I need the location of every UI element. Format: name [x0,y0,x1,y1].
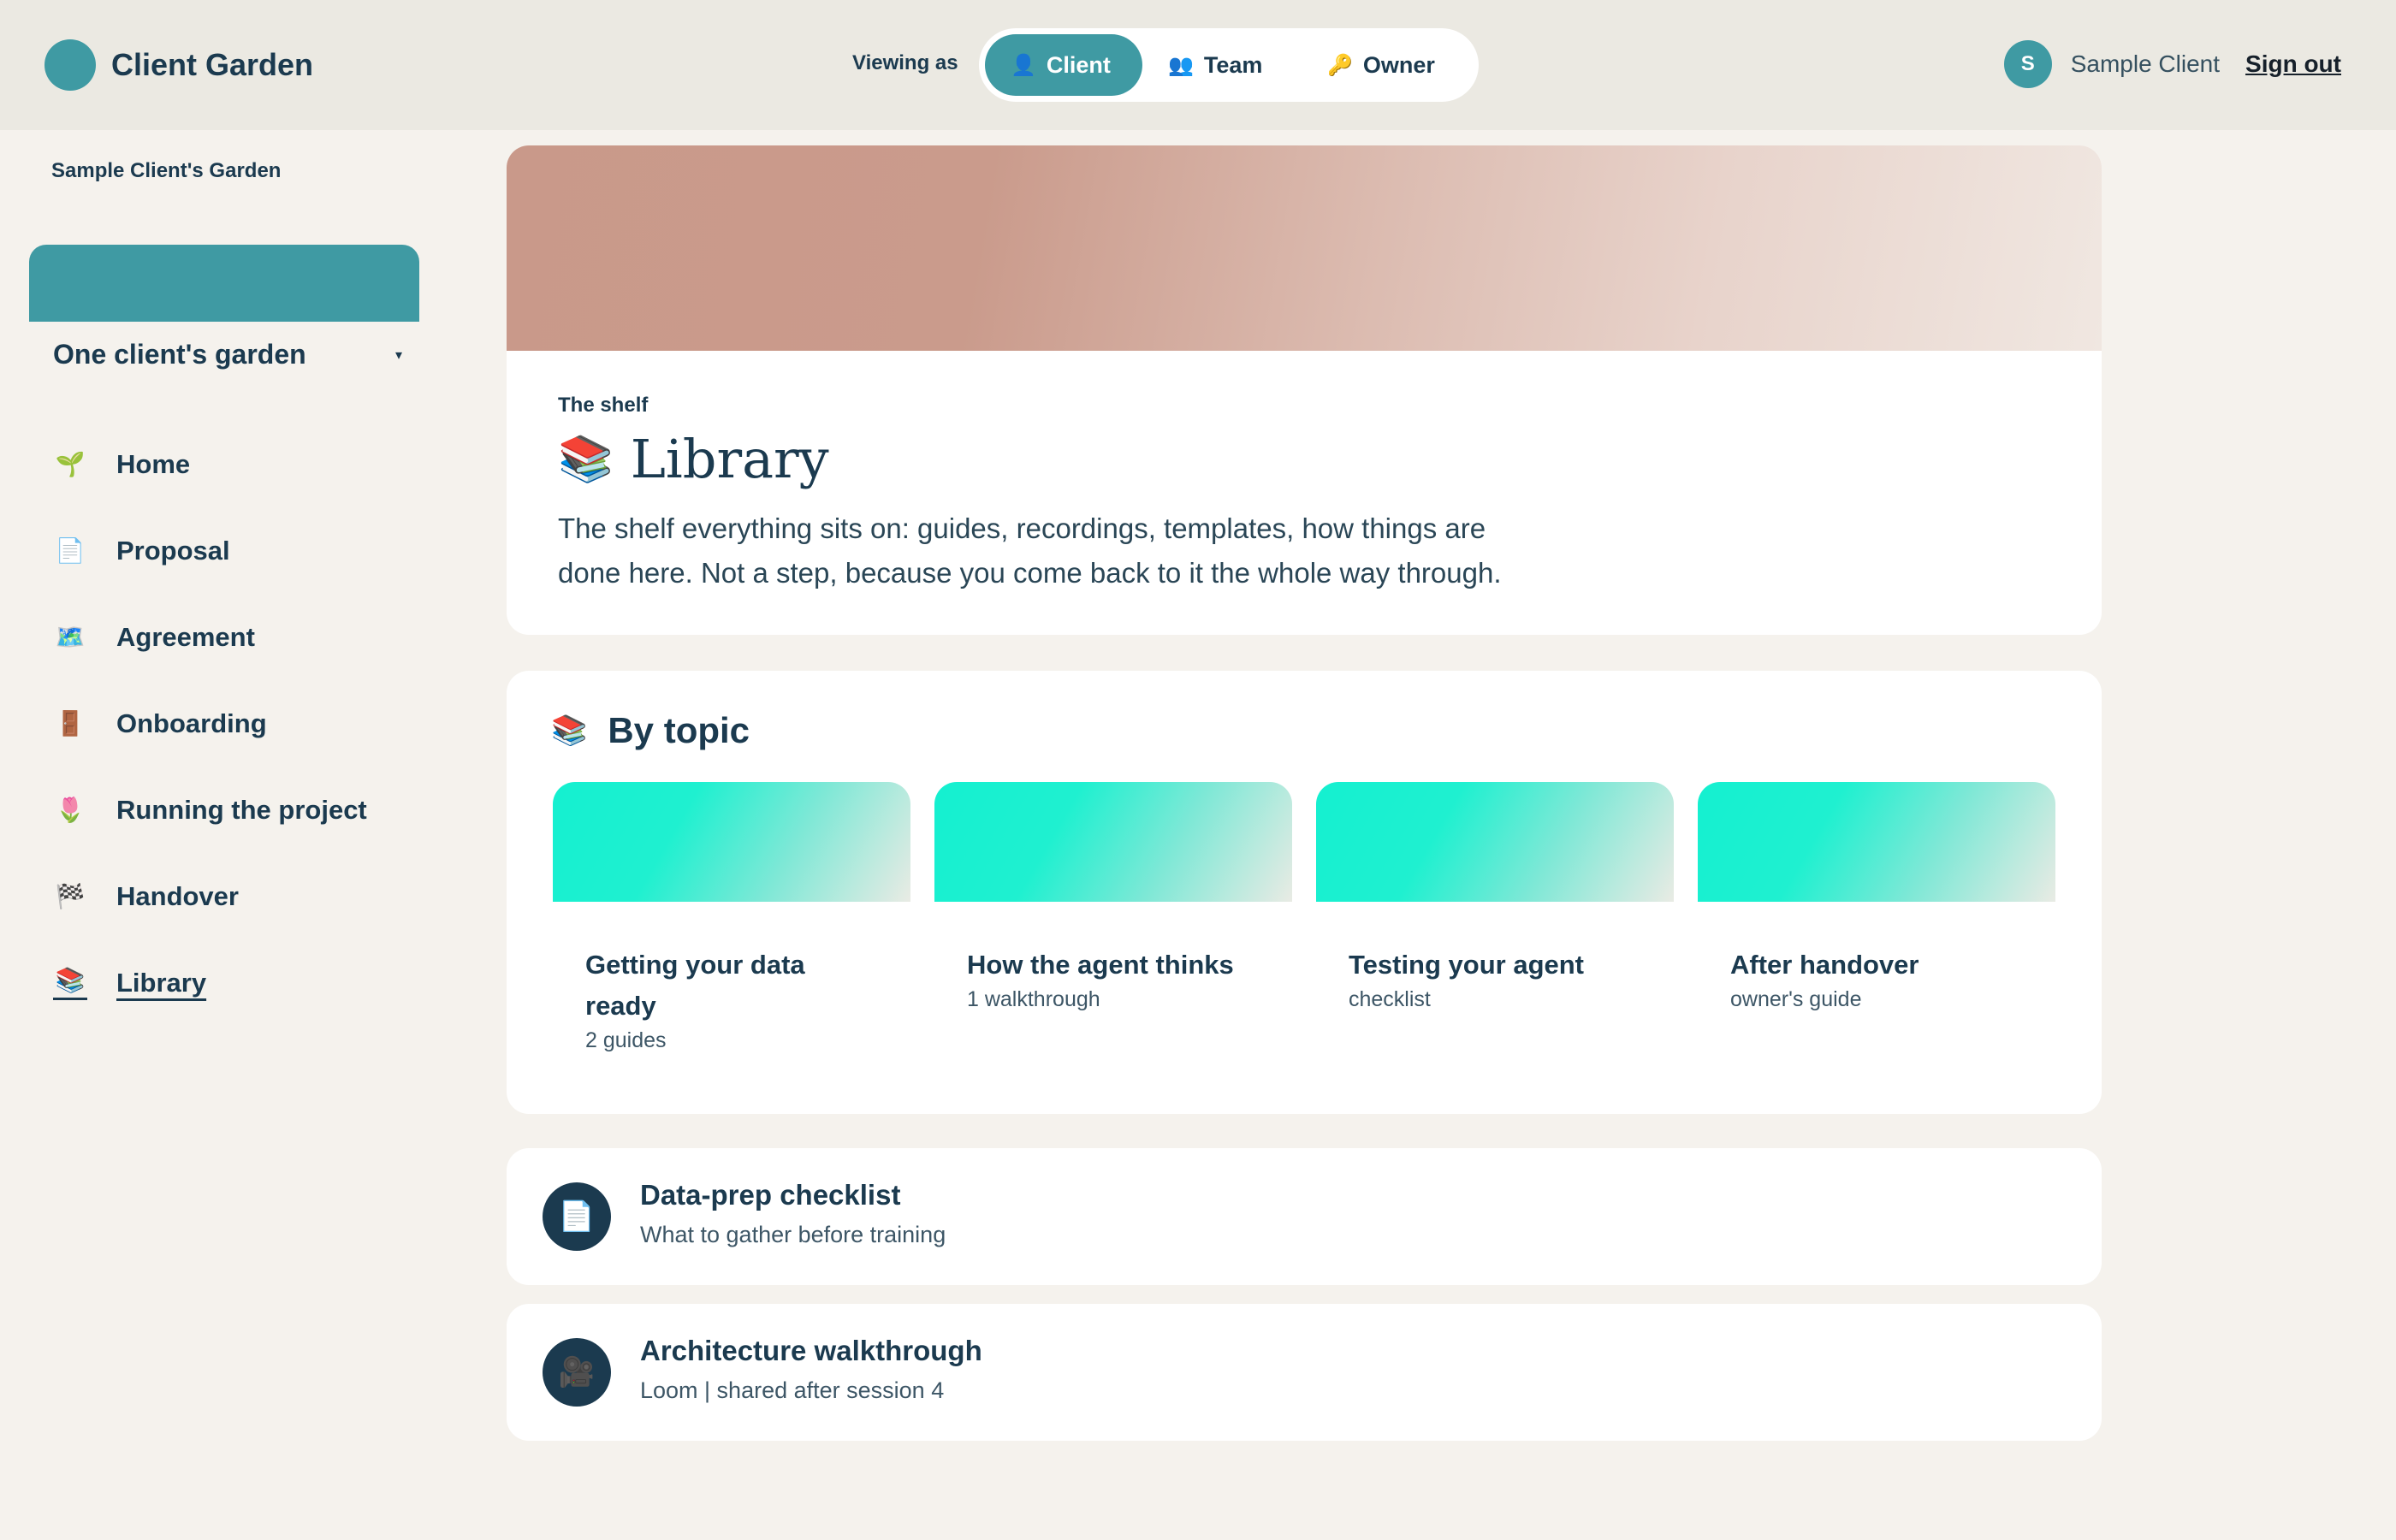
topic-title: Getting your data ready [585,950,805,1021]
resource-subtitle: What to gather before training [640,1222,946,1247]
resource-title: Architecture walkthrough [640,1335,982,1366]
role-client-button[interactable]: 👤 Client [985,34,1142,96]
sidebar-item-handover[interactable]: 🏁 Handover [53,853,367,939]
document-icon: 📄 [543,1182,611,1251]
page-title: 📚 Library [558,428,829,490]
video-camera-icon: 🎥 [543,1338,611,1407]
topic-banner [934,782,1292,902]
checkered-flag-icon: 🏁 [55,883,86,909]
brand[interactable]: Client Garden [44,39,313,91]
resource-subtitle: Loom | shared after session 4 [640,1377,945,1403]
sidebar-item-label: Agreement [116,621,255,652]
role-team-button[interactable]: 👥 Team [1142,34,1302,96]
sidebar-item-onboarding[interactable]: 🚪 Onboarding [53,680,367,767]
garden-selector-label: One client's garden [53,339,306,370]
sidebar-item-label: Library [116,967,207,998]
user-name: Sample Client [2070,50,2221,77]
seedling-icon: 🌱 [55,451,86,477]
topic-subtitle: 2 guides [585,1028,667,1052]
garden-banner [29,245,419,322]
sidebar-item-label: Proposal [116,535,230,566]
sidebar-item-label: Running the project [116,794,367,825]
sidebar-item-home[interactable]: 🌱 Home [53,421,367,507]
resource-item-architecture-walkthrough[interactable]: 🎥 Architecture walkthrough Loom | shared… [507,1304,2102,1441]
sidebar-item-label: Handover [116,880,239,911]
topic-card-after-handover[interactable]: After handover owner's guide [1698,782,2055,1053]
person-icon: 👤 [1011,53,1036,77]
sidebar-item-label: Home [116,448,191,479]
sidebar-item-proposal[interactable]: 📄 Proposal [53,507,367,594]
role-client-label: Client [1046,51,1111,78]
resource-item-data-prep-checklist[interactable]: 📄 Data-prep checklist What to gather bef… [507,1148,2102,1285]
brand-name: Client Garden [111,47,314,82]
resource-title: Data-prep checklist [640,1179,901,1211]
map-icon: 🗺️ [55,624,86,650]
topic-banner [553,782,910,902]
hero-description: The shelf everything sits on: guides, re… [558,512,1502,589]
library-hero-card: The shelf 📚 Library The shelf everything… [507,145,2102,635]
books-icon: 📚 [551,714,588,747]
by-topic-card: 📚 By topic Getting your data ready 2 gui… [507,671,2102,1114]
sidebar-item-running-the-project[interactable]: 🌷 Running the project [53,767,367,853]
topic-banner [1698,782,2055,902]
document-icon: 📄 [55,537,86,564]
topic-card-how-agent-thinks[interactable]: How the agent thinks 1 walkthrough [934,782,1292,1053]
topic-title: Testing your agent [1349,950,1585,980]
topic-subtitle: owner's guide [1730,987,1862,1011]
role-switcher: 👤 Client 👥 Team 🔑 Owner [979,28,1479,102]
topic-title: After handover [1730,950,1919,980]
page-title-text: Library [630,428,829,490]
topic-subtitle: checklist [1349,987,1431,1011]
role-team-label: Team [1203,51,1263,78]
topic-title: How the agent thinks [967,950,1234,980]
topic-subtitle: 1 walkthrough [967,987,1100,1011]
sidebar-item-agreement[interactable]: 🗺️ Agreement [53,594,367,680]
role-owner-button[interactable]: 🔑 Owner [1302,34,1473,96]
avatar[interactable]: S [2003,40,2052,88]
brand-logo-icon [44,39,96,91]
hero-kicker: The shelf [558,394,649,417]
sidebar-item-library[interactable]: 📚 Library [53,939,367,1026]
chevron-down-icon: ▾ [394,347,402,363]
garden-selector[interactable]: One client's garden ▾ [53,339,402,370]
viewing-as-label: Viewing as [852,51,958,74]
key-icon: 🔑 [1327,53,1353,77]
top-header: Client Garden Viewing as 👤 Client 👥 Team… [0,0,2396,130]
tulip-icon: 🌷 [55,797,86,823]
door-icon: 🚪 [55,710,86,737]
topic-card-testing-agent[interactable]: Testing your agent checklist [1316,782,1674,1053]
topics-heading: 📚 By topic [551,710,750,751]
hero-banner [507,145,2102,351]
people-icon: 👥 [1168,53,1194,77]
sidebar-nav: 🌱 Home 📄 Proposal 🗺️ Agreement 🚪 Onboard… [53,421,367,1026]
topic-card-getting-data-ready[interactable]: Getting your data ready 2 guides [553,782,910,1053]
topic-grid: Getting your data ready 2 guides How the… [553,782,2055,1053]
role-owner-label: Owner [1362,51,1435,78]
topic-banner [1316,782,1674,902]
sign-out-link[interactable]: Sign out [2245,50,2341,78]
sidebar-item-label: Onboarding [116,708,267,738]
user-area: S Sample Client Sign out [2003,40,2341,88]
sidebar: Sample Client's Garden One client's gard… [0,130,445,1540]
books-icon: 📚 [53,966,87,1000]
topics-heading-text: By topic [608,710,750,750]
garden-owner-label: Sample Client's Garden [51,159,282,182]
books-icon: 📚 [558,435,614,484]
